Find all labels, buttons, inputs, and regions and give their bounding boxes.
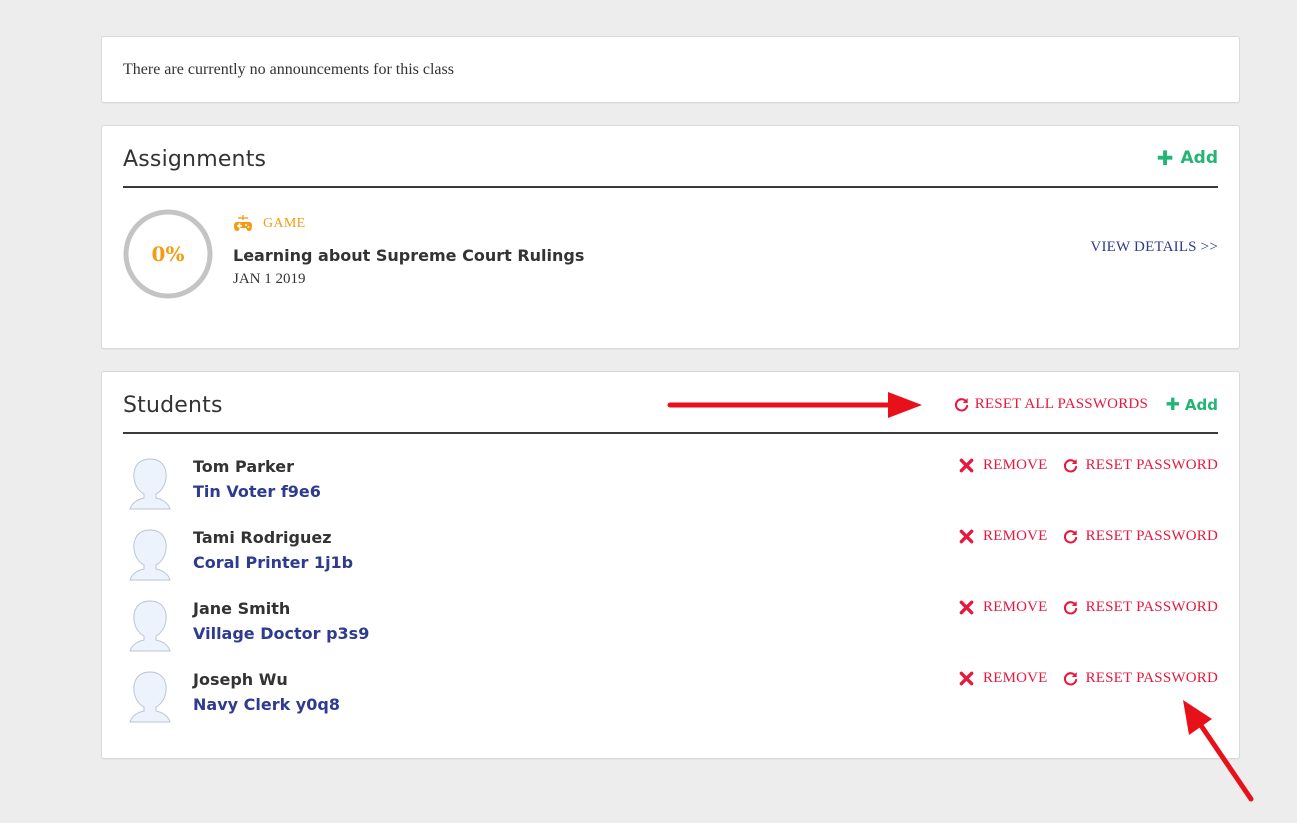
reset-all-passwords-button[interactable]: RESET ALL PASSWORDS xyxy=(954,396,1148,413)
student-name: Joseph Wu xyxy=(193,670,288,689)
remove-label: REMOVE xyxy=(983,599,1048,615)
view-details-link[interactable]: VIEW DETAILS >> xyxy=(1090,239,1218,256)
plus-icon: ✚ xyxy=(1165,394,1180,415)
student-row: Joseph Wu Navy Clerk y0q8 REMOVE RESET P… xyxy=(123,670,1218,730)
progress-ring: 0% xyxy=(123,209,213,299)
refresh-icon xyxy=(1063,530,1077,544)
add-assignment-label: Add xyxy=(1180,148,1219,168)
student-row: Tom Parker Tin Voter f9e6 REMOVE RESET P… xyxy=(123,457,1218,517)
students-title: Students xyxy=(123,393,223,418)
x-icon xyxy=(959,671,974,686)
x-icon xyxy=(959,458,974,473)
assignment-type: GAME xyxy=(263,216,306,231)
game-controller-icon xyxy=(234,215,252,231)
student-username: Coral Printer 1j1b xyxy=(193,553,354,572)
student-actions: REMOVE RESET PASSWORD xyxy=(959,599,1218,616)
avatar-icon xyxy=(129,600,171,652)
refresh-icon xyxy=(1063,601,1077,615)
add-student-button[interactable]: ✚ Add xyxy=(1166,396,1218,414)
progress-percent: 0% xyxy=(151,242,185,266)
avatar-icon xyxy=(129,458,171,510)
student-actions: REMOVE RESET PASSWORD xyxy=(959,528,1218,545)
assignments-divider xyxy=(123,186,1218,188)
remove-student-button[interactable]: REMOVE xyxy=(959,457,1048,474)
student-row: Tami Rodriguez Coral Printer 1j1b REMOVE… xyxy=(123,528,1218,588)
refresh-icon xyxy=(954,398,968,412)
reset-password-label: RESET PASSWORD xyxy=(1085,528,1218,544)
reset-all-passwords-label: RESET ALL PASSWORDS xyxy=(974,396,1148,412)
remove-student-button[interactable]: REMOVE xyxy=(959,599,1048,616)
avatar-icon xyxy=(129,671,171,723)
assignment-date: JAN 1 2019 xyxy=(233,271,306,287)
assignments-title: Assignments xyxy=(123,147,267,172)
add-assignment-button[interactable]: ✚ Add xyxy=(1157,148,1218,168)
announcements-card: There are currently no announcements for… xyxy=(101,36,1240,103)
student-actions: REMOVE RESET PASSWORD xyxy=(959,457,1218,474)
assignment-name: Learning about Supreme Court Rulings xyxy=(233,246,585,265)
remove-label: REMOVE xyxy=(983,457,1048,473)
avatar-icon xyxy=(129,529,171,581)
student-row: Jane Smith Village Doctor p3s9 REMOVE RE… xyxy=(123,599,1218,659)
students-divider xyxy=(123,432,1218,434)
student-username: Navy Clerk y0q8 xyxy=(193,695,340,714)
reset-password-label: RESET PASSWORD xyxy=(1085,457,1218,473)
reset-password-label: RESET PASSWORD xyxy=(1085,599,1218,615)
remove-student-button[interactable]: REMOVE xyxy=(959,670,1048,687)
refresh-icon xyxy=(1063,672,1077,686)
student-name: Tami Rodriguez xyxy=(193,528,332,547)
plus-icon: ✚ xyxy=(1156,146,1174,170)
announcements-empty-text: There are currently no announcements for… xyxy=(123,61,454,78)
student-username: Tin Voter f9e6 xyxy=(193,482,321,501)
remove-label: REMOVE xyxy=(983,528,1048,544)
refresh-icon xyxy=(1063,459,1077,473)
student-name: Jane Smith xyxy=(193,599,291,618)
student-username: Village Doctor p3s9 xyxy=(193,624,370,643)
add-student-label: Add xyxy=(1184,396,1218,414)
assignments-card: Assignments ✚ Add 0% GAME Learning about… xyxy=(101,125,1240,349)
reset-password-button[interactable]: RESET PASSWORD xyxy=(1063,670,1218,687)
assignment-type-row: GAME xyxy=(233,214,305,234)
student-name: Tom Parker xyxy=(193,457,294,476)
x-icon xyxy=(959,529,974,544)
reset-password-button[interactable]: RESET PASSWORD xyxy=(1063,457,1218,474)
remove-student-button[interactable]: REMOVE xyxy=(959,528,1048,545)
reset-password-label: RESET PASSWORD xyxy=(1085,670,1218,686)
reset-password-button[interactable]: RESET PASSWORD xyxy=(1063,528,1218,545)
reset-password-button[interactable]: RESET PASSWORD xyxy=(1063,599,1218,616)
student-actions: REMOVE RESET PASSWORD xyxy=(959,670,1218,687)
remove-label: REMOVE xyxy=(983,670,1048,686)
students-card: Students RESET ALL PASSWORDS ✚ Add Tom P… xyxy=(101,371,1240,759)
x-icon xyxy=(959,600,974,615)
